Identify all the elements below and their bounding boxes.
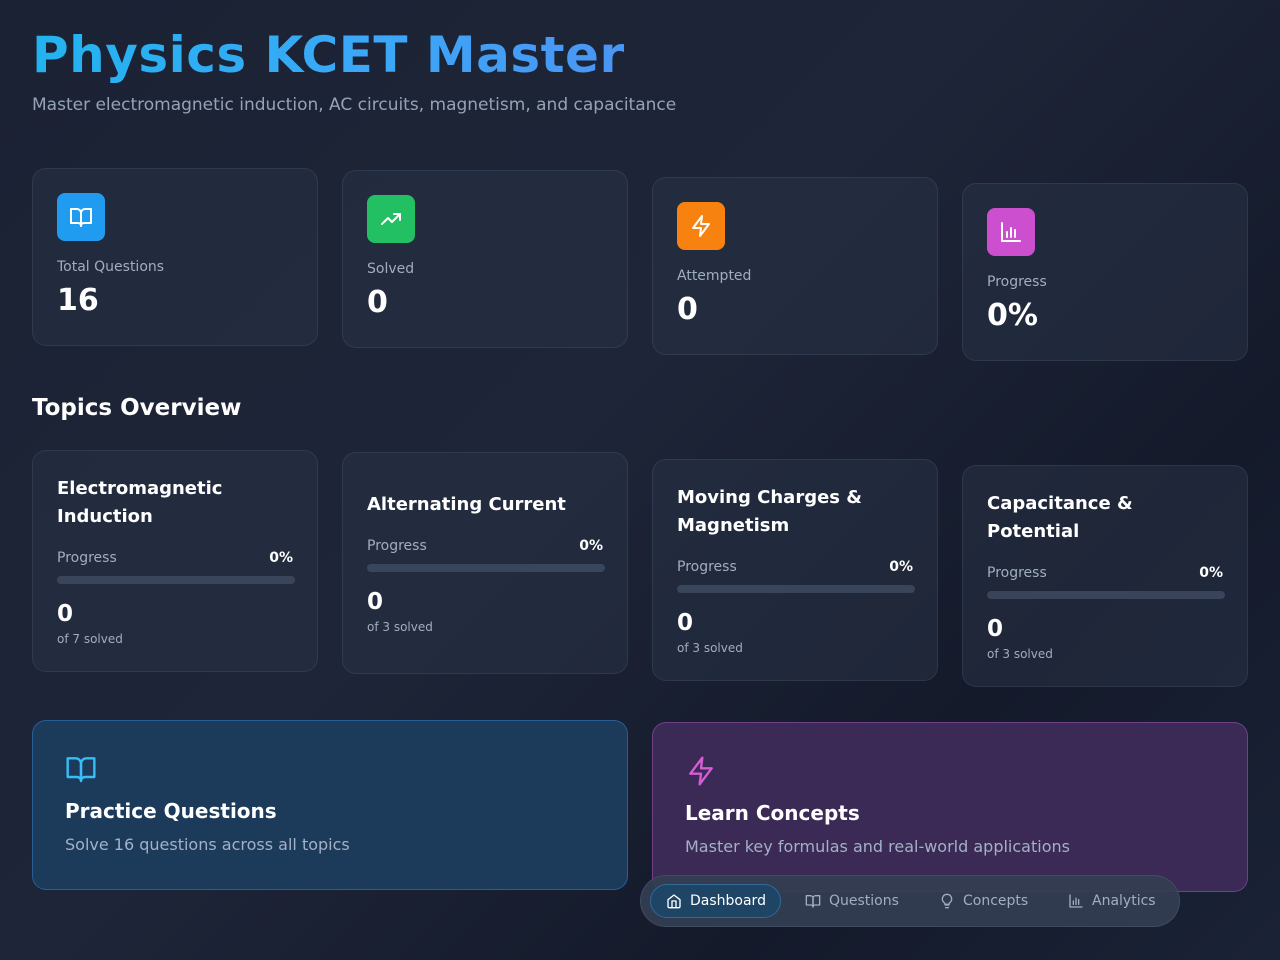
stat-label: Total Questions — [57, 259, 165, 275]
stat-value: 0 — [367, 285, 388, 320]
solved-count: 0 — [677, 610, 694, 636]
page-subtitle: Master electromagnetic induction, AC cir… — [32, 95, 677, 115]
nav-item-concepts[interactable]: Concepts — [939, 884, 1028, 918]
topics-overview-heading: Topics Overview — [32, 395, 242, 421]
practice-questions-card[interactable]: Practice Questions Solve 16 questions ac… — [32, 720, 628, 890]
solved-count: 0 — [57, 601, 74, 627]
nav-item-label: Concepts — [963, 893, 1029, 909]
solved-caption: of 3 solved — [367, 620, 433, 634]
topic-card-capacitance-potential[interactable]: Capacitance & Potential Progress 0% 0 of… — [962, 465, 1248, 687]
solved-caption: of 3 solved — [987, 647, 1053, 661]
nav-item-label: Questions — [829, 893, 899, 909]
nav-item-questions[interactable]: Questions — [805, 884, 899, 918]
topic-card-electromagnetic-induction[interactable]: Electromagnetic Induction Progress 0% 0 … — [32, 450, 318, 672]
topic-card-alternating-current[interactable]: Alternating Current Progress 0% 0 of 3 s… — [342, 452, 628, 674]
nav-item-analytics[interactable]: Analytics — [1068, 884, 1156, 918]
dashboard-page: Physics KCET Master Master electromagnet… — [32, 0, 1248, 960]
stat-card-attempted: Attempted 0 — [652, 177, 938, 355]
stat-value: 0 — [677, 292, 698, 327]
nav-item-label: Analytics — [1092, 893, 1156, 909]
progress-bar — [677, 585, 915, 593]
solved-caption: of 7 solved — [57, 632, 123, 646]
topic-name: Alternating Current — [367, 494, 566, 515]
stat-value: 16 — [57, 283, 99, 318]
zap-icon — [685, 755, 717, 787]
bar-chart-icon — [1069, 894, 1083, 908]
book-open-icon — [65, 753, 97, 785]
practice-questions-title: Practice Questions — [65, 799, 277, 823]
stat-value: 0% — [987, 298, 1038, 333]
page-title: Physics KCET Master — [32, 26, 625, 84]
stat-label: Solved — [367, 261, 415, 277]
topic-name: Moving Charges & Magnetism — [677, 487, 862, 536]
nav-item-dashboard[interactable]: Dashboard — [650, 884, 781, 918]
learn-concepts-title: Learn Concepts — [685, 801, 860, 825]
topic-name: Capacitance & Potential — [987, 493, 1133, 542]
stat-card-total-questions: Total Questions 16 — [32, 168, 318, 346]
topic-name: Electromagnetic Induction — [57, 478, 223, 527]
progress-label: Progress — [57, 550, 117, 566]
progress-percent: 0% — [1199, 565, 1223, 581]
bottom-nav: Dashboard Questions Concepts Analytics — [640, 875, 1180, 927]
stat-label: Progress — [987, 274, 1047, 290]
practice-questions-desc: Solve 16 questions across all topics — [65, 835, 350, 854]
stat-label: Attempted — [677, 268, 752, 284]
progress-label: Progress — [987, 565, 1047, 581]
progress-label: Progress — [677, 559, 737, 575]
book-open-icon — [805, 895, 821, 908]
bar-chart-icon — [987, 208, 1035, 256]
progress-percent: 0% — [579, 538, 603, 554]
solved-count: 0 — [987, 616, 1004, 642]
topic-card-moving-charges-magnetism[interactable]: Moving Charges & Magnetism Progress 0% 0… — [652, 459, 938, 681]
nav-item-label: Dashboard — [690, 893, 766, 909]
trending-up-icon — [367, 195, 415, 243]
home-icon — [667, 894, 681, 909]
progress-bar — [57, 576, 295, 584]
solved-count: 0 — [367, 589, 384, 615]
progress-percent: 0% — [269, 550, 293, 566]
solved-caption: of 3 solved — [677, 641, 743, 655]
progress-label: Progress — [367, 538, 427, 554]
lightbulb-icon — [941, 893, 953, 909]
learn-concepts-card[interactable]: Learn Concepts Master key formulas and r… — [652, 722, 1248, 892]
learn-concepts-desc: Master key formulas and real-world appli… — [685, 837, 1070, 856]
stat-card-progress: Progress 0% — [962, 183, 1248, 361]
stat-card-solved: Solved 0 — [342, 170, 628, 348]
book-open-icon — [57, 193, 105, 241]
zap-icon — [677, 202, 725, 250]
progress-percent: 0% — [889, 559, 913, 575]
progress-bar — [987, 591, 1225, 599]
progress-bar — [367, 564, 605, 572]
